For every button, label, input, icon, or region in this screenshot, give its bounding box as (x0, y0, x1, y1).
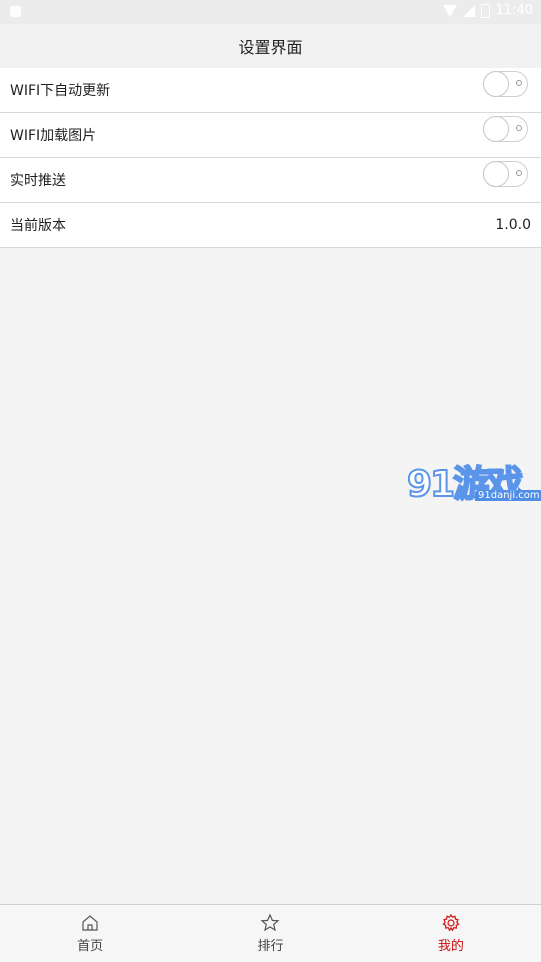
setting-label: WIFI下自动更新 (10, 83, 111, 99)
tab-home[interactable]: 首页 (0, 905, 180, 962)
toggle-off-indicator (516, 125, 522, 131)
toggle-knob (483, 116, 509, 142)
toggle-off-indicator (516, 80, 522, 86)
tab-mine[interactable]: 我的 (361, 905, 541, 962)
setting-label: WIFI加载图片 (10, 128, 97, 144)
home-icon (82, 915, 98, 931)
settings-list: WIFI下自动更新 WIFI加载图片 实时推送 当前版本 1.0.0 (0, 68, 541, 248)
tab-mine-label: 我的 (437, 939, 464, 954)
setting-wifi-auto-update: WIFI下自动更新 (0, 68, 541, 113)
wifi-auto-update-toggle[interactable] (483, 71, 528, 97)
wifi-icon (442, 4, 457, 17)
tab-ranking[interactable]: 排行 (180, 905, 360, 962)
toggle-off-indicator (516, 170, 522, 176)
signal-icon (462, 4, 475, 17)
setting-current-version: 当前版本 1.0.0 (0, 203, 541, 248)
app-bar: 设置界面 (0, 24, 541, 68)
notification-icon (10, 6, 21, 17)
status-icons: 11:40 (442, 3, 533, 18)
setting-label: 当前版本 (10, 218, 66, 234)
bottom-tab-bar: 首页 排行 我的 (0, 904, 541, 962)
setting-realtime-push: 实时推送 (0, 158, 541, 203)
setting-wifi-load-images: WIFI加载图片 (0, 113, 541, 158)
status-time: 11:40 (495, 3, 533, 18)
watermark-site: 91danji.com (475, 490, 541, 501)
page-title: 设置界面 (238, 38, 303, 57)
tab-ranking-label: 排行 (257, 939, 284, 954)
version-value: 1.0.0 (495, 217, 531, 233)
wifi-load-images-toggle[interactable] (483, 116, 528, 142)
toggle-knob (483, 161, 509, 187)
star-icon (260, 913, 280, 932)
battery-icon (480, 3, 490, 18)
realtime-push-toggle[interactable] (483, 161, 528, 187)
gear-icon (442, 913, 460, 932)
toggle-knob (483, 71, 509, 97)
watermark-logo: 91游戏 91danji.com (406, 455, 541, 507)
setting-label: 实时推送 (10, 173, 66, 189)
tab-home-label: 首页 (77, 939, 104, 954)
status-bar: 11:40 (0, 0, 541, 24)
